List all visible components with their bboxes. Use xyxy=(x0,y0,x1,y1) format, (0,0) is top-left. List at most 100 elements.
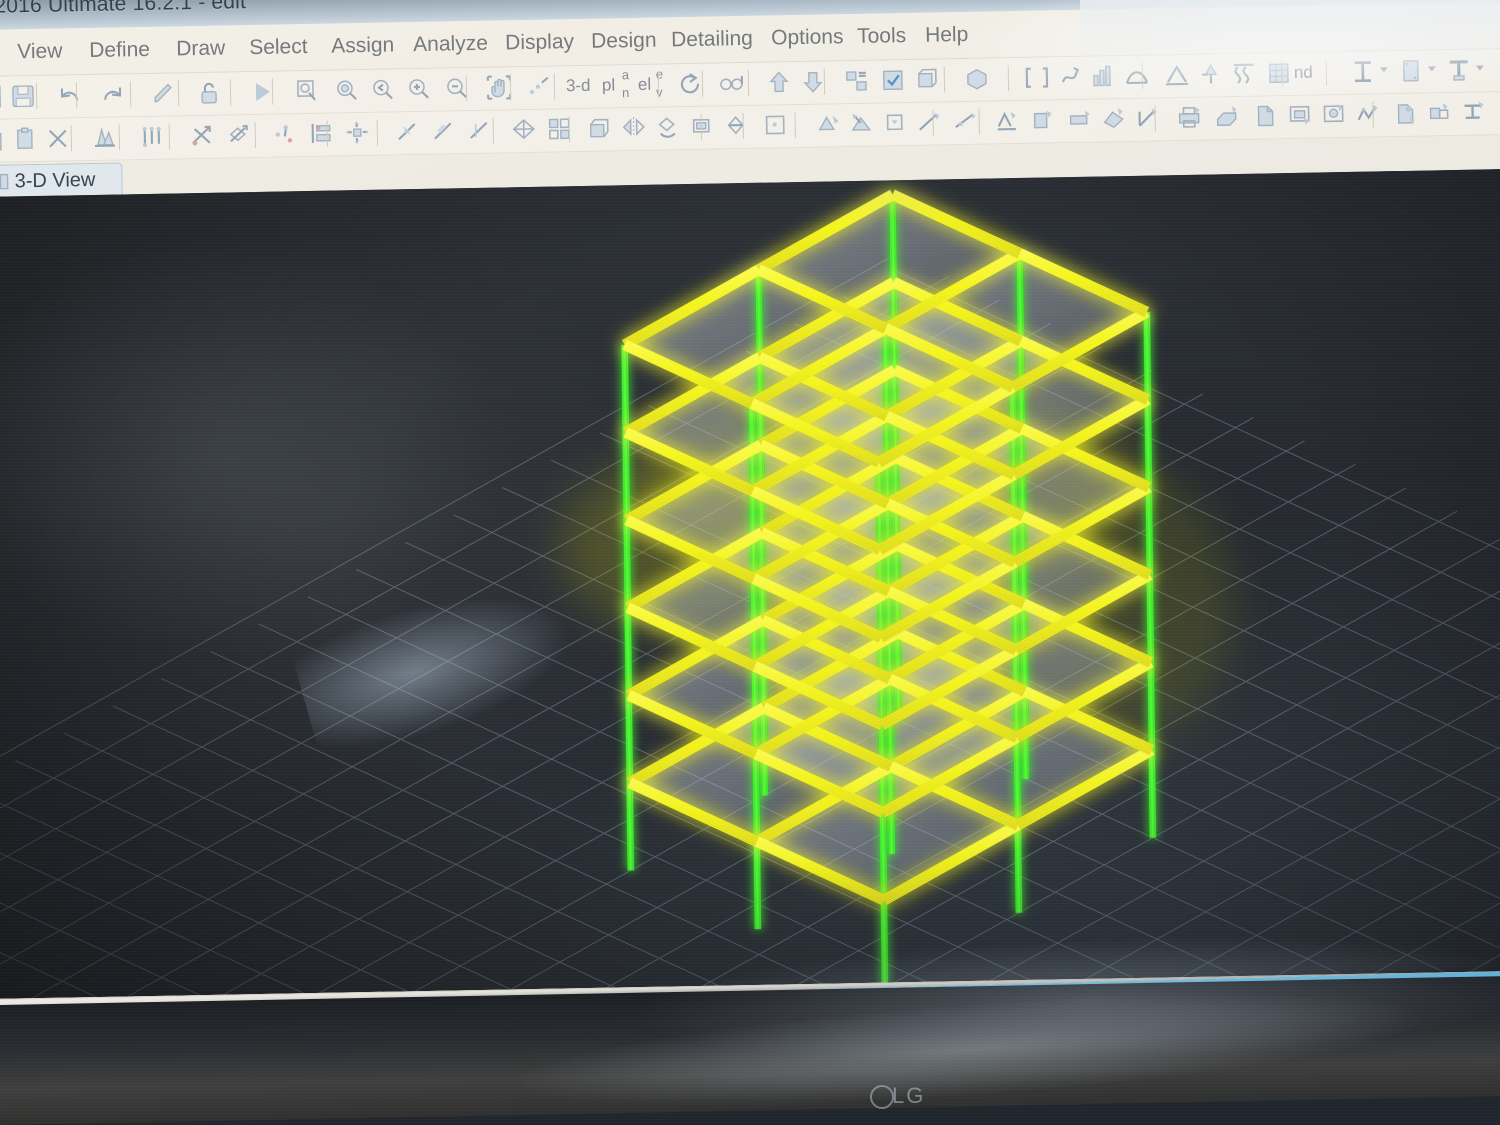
assign-insertion-button[interactable] xyxy=(990,104,1025,139)
table-display-button[interactable] xyxy=(1172,101,1207,136)
snap-grid-button[interactable] xyxy=(758,108,793,143)
menu-item-select[interactable]: Select xyxy=(249,35,308,60)
assign-check-button[interactable] xyxy=(876,63,911,98)
open-lock-icon xyxy=(196,80,222,106)
moment-diagram-button[interactable] xyxy=(1120,59,1155,94)
view-elev-sub-e[interactable]: e xyxy=(656,67,664,82)
redo-arrow-icon xyxy=(98,81,124,107)
restraint-button[interactable] xyxy=(1194,57,1229,92)
assign-area-load-button[interactable] xyxy=(844,107,879,142)
design-check-button[interactable] xyxy=(1388,97,1423,132)
previous-zoom-button[interactable] xyxy=(366,72,401,107)
view-plan-sub-a[interactable]: a xyxy=(622,67,630,82)
design-overwrite-button[interactable] xyxy=(1422,96,1457,131)
snap-midpoint-button[interactable] xyxy=(718,109,753,144)
diamond-arrow-icon xyxy=(225,122,251,148)
menu-item-analyze[interactable]: Analyze xyxy=(413,32,488,57)
table-export-button[interactable] xyxy=(1210,100,1245,135)
point-select-button[interactable] xyxy=(268,117,303,152)
extrude-view-button[interactable] xyxy=(910,62,945,97)
edit-pen-button[interactable] xyxy=(146,76,181,111)
menu-item-help[interactable]: Help xyxy=(925,23,969,48)
undo-button[interactable] xyxy=(54,78,89,113)
align-points-button[interactable] xyxy=(304,116,339,151)
object-shrink-up-button[interactable] xyxy=(762,65,797,100)
rotate-shape-button[interactable] xyxy=(650,110,685,145)
view-elev-sub-v[interactable]: v xyxy=(656,85,663,100)
slab-plate-icon xyxy=(1398,58,1424,84)
pier-label-icon xyxy=(1028,107,1054,133)
shaded-view-button[interactable] xyxy=(960,61,995,96)
view-elev-label[interactable]: el xyxy=(638,75,652,95)
move-points-button[interactable] xyxy=(185,119,220,154)
extrude-area-button[interactable] xyxy=(582,111,617,146)
set-display-options-button[interactable] xyxy=(840,64,875,99)
chevron-down-icon[interactable] xyxy=(1379,67,1388,73)
frame-label-button[interactable] xyxy=(1054,60,1089,95)
menu-item-tools[interactable]: Tools xyxy=(857,24,906,49)
rubber-band-zoom-button[interactable] xyxy=(290,74,325,109)
section-designer-button[interactable] xyxy=(1456,95,1491,130)
draw-frame-button[interactable] xyxy=(87,120,122,155)
redo-button[interactable] xyxy=(94,77,129,112)
copy-pages-icon xyxy=(0,127,7,153)
set-default-view-button[interactable] xyxy=(522,69,557,104)
assign-frame-load-button[interactable] xyxy=(810,107,845,142)
wall-section-selector[interactable] xyxy=(1442,53,1477,88)
divide-frame-button[interactable] xyxy=(390,115,425,150)
detail-draw-button[interactable] xyxy=(1350,97,1385,132)
frame-section-selector[interactable] xyxy=(1346,54,1381,89)
assign-release-button[interactable] xyxy=(912,105,947,140)
support-button[interactable] xyxy=(1160,58,1195,93)
view-3d-label[interactable]: 3-d xyxy=(566,76,591,96)
chevron-down-icon[interactable] xyxy=(1475,65,1484,71)
perspective-toggle-button[interactable] xyxy=(714,66,749,101)
report-button[interactable] xyxy=(1248,99,1283,134)
monitor-brand-label: LG xyxy=(892,1083,926,1108)
assign-diaphragm-button[interactable] xyxy=(1096,102,1131,137)
floppy-disk-icon xyxy=(10,83,36,109)
zoom-out-button[interactable] xyxy=(440,71,475,106)
assign-pier-button[interactable] xyxy=(1024,103,1059,138)
zoom-in-button[interactable] xyxy=(402,72,437,107)
section-cut-button[interactable] xyxy=(1086,59,1121,94)
toolbar-separator xyxy=(254,121,257,148)
edit-grid-button[interactable] xyxy=(221,118,256,153)
lock-model-button[interactable] xyxy=(192,76,227,111)
menu-item-display[interactable]: Display xyxy=(505,30,574,55)
menu-item-detailing[interactable]: Detailing xyxy=(671,27,753,52)
print-preview-button[interactable] xyxy=(1282,99,1317,134)
mirror-button[interactable] xyxy=(616,111,651,146)
view-plan-sub-n[interactable]: n xyxy=(622,85,630,100)
assign-local-axes-button[interactable] xyxy=(1130,101,1165,136)
assign-joint-load-button[interactable] xyxy=(878,106,913,141)
menu-item-define[interactable]: Define xyxy=(89,38,150,63)
area-load-icon xyxy=(848,111,874,137)
chevron-down-icon[interactable] xyxy=(1427,66,1436,72)
grid-pattern-button[interactable] xyxy=(1262,56,1297,91)
3d-model-view[interactable] xyxy=(0,168,1500,999)
tab-3d-view[interactable]: 3-D View xyxy=(0,162,123,198)
restore-full-view-button[interactable] xyxy=(330,73,365,108)
mesh-area-button[interactable] xyxy=(506,113,541,148)
draw-joint-button[interactable] xyxy=(135,120,170,155)
paste-button[interactable] xyxy=(9,122,44,157)
view-plan-label[interactable]: pl xyxy=(602,75,616,95)
check-box-icon xyxy=(880,67,906,93)
menu-item-assign[interactable]: Assign xyxy=(331,33,394,58)
move-object-button[interactable] xyxy=(340,116,375,151)
report-page-icon xyxy=(1252,103,1278,129)
joint-label-button[interactable] xyxy=(1020,60,1055,95)
toolbar-separator xyxy=(1007,65,1010,92)
menu-item-design[interactable]: Design xyxy=(591,29,657,54)
menu-item-draw[interactable]: Draw xyxy=(176,37,225,62)
nd-label[interactable]: nd xyxy=(1294,63,1313,83)
assign-spandrel-button[interactable] xyxy=(1062,103,1097,138)
snapshot-button[interactable] xyxy=(1316,98,1351,133)
join-frame-button[interactable] xyxy=(426,114,461,149)
spring-button[interactable] xyxy=(1228,57,1263,92)
menu-item-view[interactable]: View xyxy=(17,40,63,65)
expand-mesh-button[interactable] xyxy=(542,112,577,147)
slab-section-selector[interactable] xyxy=(1394,53,1429,88)
menu-item-options[interactable]: Options xyxy=(771,25,844,50)
